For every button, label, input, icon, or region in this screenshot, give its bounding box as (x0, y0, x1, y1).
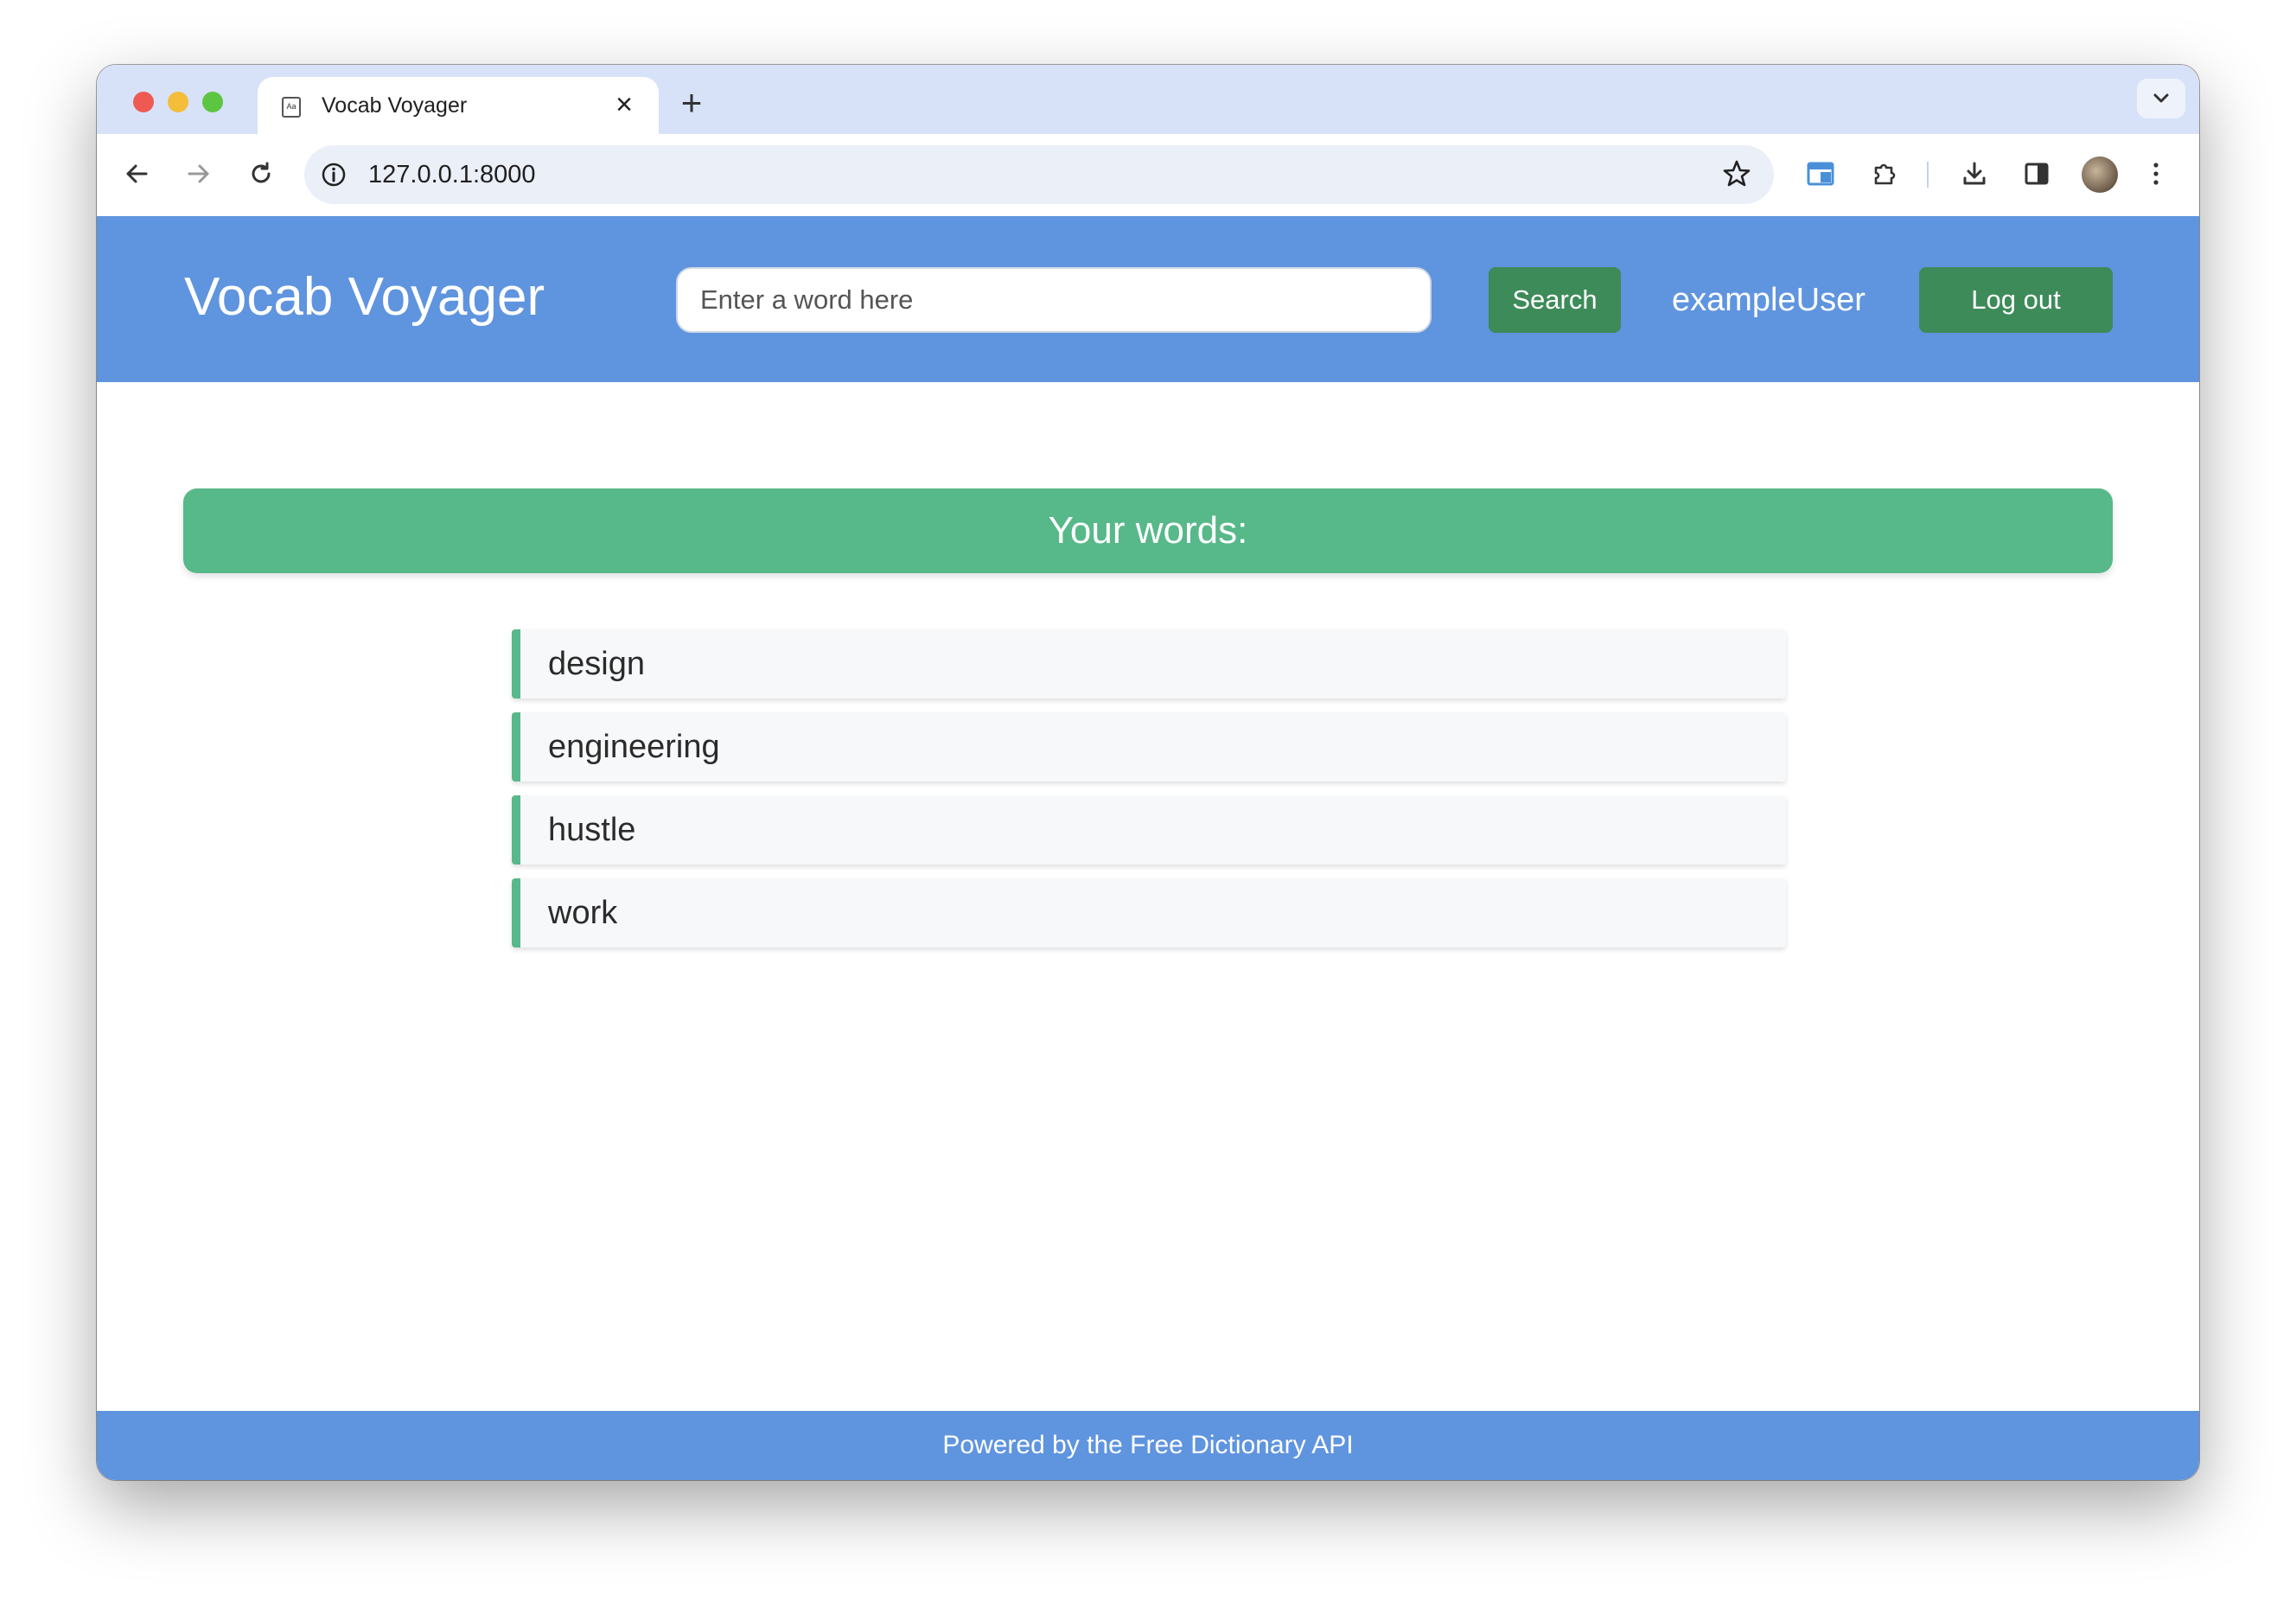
close-window-button[interactable] (133, 92, 154, 112)
reading-list-button[interactable] (1802, 155, 1840, 193)
maximize-window-button[interactable] (202, 92, 223, 112)
bookmark-star-icon[interactable] (1722, 159, 1751, 188)
site-brand[interactable]: Vocab Voyager (184, 263, 545, 332)
word-list-item[interactable]: work (512, 878, 1786, 948)
search-button[interactable]: Search (1489, 267, 1621, 333)
address-bar[interactable]: 127.0.0.1:8000 (304, 145, 1774, 204)
word-search-input[interactable] (676, 267, 1432, 333)
browser-tab-active[interactable]: Aa Vocab Voyager × (258, 77, 659, 134)
side-panel-extension-icon (1807, 162, 1834, 186)
browser-menu-button[interactable] (2137, 155, 2175, 193)
browser-toolbar: 127.0.0.1:8000 (97, 134, 2199, 216)
side-panel-icon (2025, 163, 2049, 185)
profile-avatar[interactable] (2082, 156, 2118, 193)
site-footer: Powered by the Free Dictionary API (97, 1411, 2199, 1480)
browser-window: Aa Vocab Voyager × + 127.0.0.1:8000 Voca… (97, 65, 2199, 1480)
page-favicon-icon: Aa (282, 97, 301, 118)
word-list-item[interactable]: hustle (512, 795, 1786, 865)
url-text[interactable]: 127.0.0.1:8000 (368, 159, 536, 190)
arrow-right-icon (188, 164, 209, 183)
web-page: Vocab Voyager Search exampleUser Log out… (97, 216, 2199, 1480)
downloads-button[interactable] (1955, 155, 1993, 193)
tab-search-button[interactable] (2137, 79, 2185, 118)
site-header: Vocab Voyager Search exampleUser Log out (97, 216, 2199, 382)
side-panel-button[interactable] (2018, 155, 2056, 193)
site-info-icon[interactable] (320, 161, 348, 188)
word-list-item[interactable]: engineering (512, 712, 1786, 782)
extensions-button[interactable] (1866, 155, 1904, 193)
new-tab-button[interactable]: + (673, 84, 711, 122)
puzzle-piece-icon (1874, 163, 1896, 185)
minimize-window-button[interactable] (168, 92, 188, 112)
forward-button[interactable] (180, 155, 218, 193)
tab-strip: Aa Vocab Voyager × + (97, 65, 2199, 134)
tab-close-icon[interactable]: × (609, 89, 640, 120)
word-list-item[interactable]: design (512, 629, 1786, 699)
toolbar-divider (1927, 162, 1929, 188)
chevron-down-icon (2153, 93, 2169, 103)
word-list: design engineering hustle work (512, 629, 1786, 961)
username-label: exampleUser (1672, 282, 1866, 318)
more-vertical-icon (2153, 163, 2159, 185)
logout-button[interactable]: Log out (1919, 267, 2113, 333)
download-icon (1963, 162, 1986, 185)
your-words-banner: Your words: (183, 488, 2113, 573)
tab-title: Vocab Voyager (322, 93, 468, 118)
back-button[interactable] (118, 155, 156, 193)
arrow-left-icon (126, 164, 148, 183)
reload-icon (252, 162, 271, 183)
reload-button[interactable] (242, 155, 280, 193)
